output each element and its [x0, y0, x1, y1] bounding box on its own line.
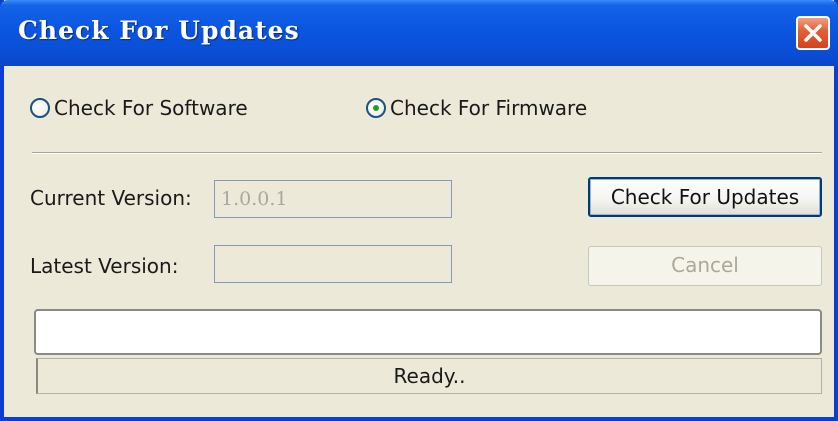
radio-check-software[interactable]: Check For Software [30, 96, 248, 120]
cancel-button[interactable]: Cancel [588, 246, 822, 286]
title-bar[interactable]: Check For Updates [0, 0, 838, 66]
close-icon [804, 24, 822, 42]
window-title: Check For Updates [18, 16, 300, 45]
radio-selected-dot [373, 105, 379, 111]
check-for-updates-dialog: Check For Updates Check For Software Che… [0, 0, 838, 421]
radio-firmware-circle[interactable] [366, 98, 386, 118]
current-version-label: Current Version: [30, 186, 192, 210]
radio-check-firmware[interactable]: Check For Firmware [366, 96, 587, 120]
current-version-field[interactable] [214, 180, 452, 218]
radio-software-circle[interactable] [30, 98, 50, 118]
status-bar: Ready.. [36, 358, 822, 394]
latest-version-label: Latest Version: [30, 254, 179, 278]
progress-bar [34, 309, 822, 355]
radio-firmware-label: Check For Firmware [390, 96, 588, 120]
check-for-updates-button[interactable]: Check For Updates [588, 177, 822, 217]
separator [32, 152, 822, 154]
latest-version-field[interactable] [214, 245, 452, 283]
close-button[interactable] [796, 16, 830, 50]
radio-software-label: Check For Software [54, 96, 248, 120]
